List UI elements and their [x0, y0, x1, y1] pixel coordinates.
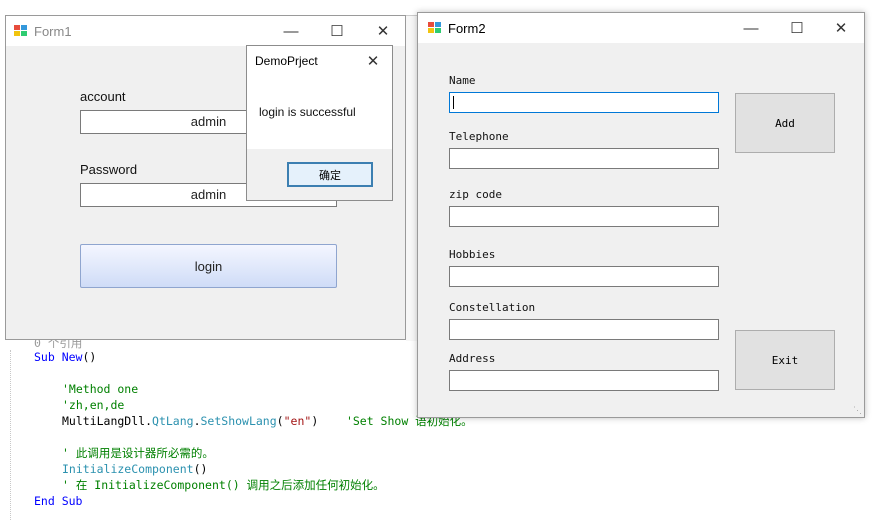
code-token: (): [193, 462, 208, 476]
code-line: 'Method one: [62, 382, 138, 396]
close-button[interactable]: ✕: [360, 16, 406, 46]
code-token: QtLang: [152, 414, 194, 428]
name-label: Name: [449, 74, 476, 87]
add-button-label: Add: [775, 116, 795, 130]
code-token: 'Method one: [62, 382, 139, 396]
address-label: Address: [449, 352, 496, 365]
telephone-label: Telephone: [449, 130, 509, 143]
form2-title: Form2: [448, 21, 486, 36]
exit-button-label: Exit: [771, 353, 799, 367]
code-line: Sub New(): [34, 350, 96, 364]
form2-titlebar[interactable]: Form2 — ☐ ✕: [418, 13, 864, 43]
code-token: "en": [283, 414, 312, 428]
code-token: New: [61, 350, 83, 364]
hobbies-label: Hobbies: [449, 248, 496, 261]
code-line: ' 在 InitializeComponent() 调用之后添加任何初始化。: [62, 478, 385, 492]
indent-guide: [10, 350, 11, 520]
form1-titlebar[interactable]: Form1 — ☐ ✕: [6, 16, 405, 46]
zip-code-label: zip code: [449, 188, 502, 201]
account-label: account: [80, 89, 126, 104]
hobbies-input[interactable]: [449, 266, 719, 287]
maximize-button[interactable]: ☐: [314, 16, 360, 46]
code-line: InitializeComponent(): [62, 462, 207, 476]
code-token: ' 此调用是设计器所必需的。: [62, 446, 214, 460]
resize-grip-icon[interactable]: ⋱: [853, 405, 862, 416]
code-token: SetShowLang: [200, 414, 277, 428]
minimize-button[interactable]: —: [268, 16, 314, 46]
code-token: End Sub: [34, 494, 83, 508]
dialog-title: DemoPrject: [255, 54, 318, 68]
code-line: 'zh,en,de: [62, 398, 124, 412]
close-button[interactable]: ✕: [818, 13, 864, 43]
telephone-input[interactable]: [449, 148, 719, 169]
maximize-button[interactable]: ☐: [774, 13, 820, 43]
code-token: .: [193, 414, 201, 428]
login-button[interactable]: login: [80, 244, 337, 288]
code-token: (: [276, 414, 284, 428]
ok-button[interactable]: 确定: [287, 162, 373, 187]
form1-title: Form1: [34, 24, 72, 39]
code-token: InitializeComponent: [62, 462, 194, 476]
ok-button-label: 确定: [319, 169, 341, 182]
code-token: ' 在 InitializeComponent() 调用之后添加任何初始化。: [62, 478, 385, 492]
code-line: ' 此调用是设计器所必需的。: [62, 446, 214, 460]
code-token: ): [311, 414, 346, 428]
code-token: (): [82, 350, 97, 364]
form-icon: [14, 25, 28, 37]
name-input[interactable]: [449, 92, 719, 113]
exit-button[interactable]: Exit: [735, 330, 835, 390]
code-token: MultiLangDll.: [62, 414, 153, 428]
constellation-input[interactable]: [449, 319, 719, 340]
add-button[interactable]: Add: [735, 93, 835, 153]
address-input[interactable]: [449, 370, 719, 391]
text-cursor: [453, 96, 454, 109]
form2-window: Form2 — ☐ ✕ Name Telephone zip code Hobb…: [417, 12, 865, 418]
constellation-label: Constellation: [449, 301, 536, 314]
code-line: MultiLangDll.QtLang.SetShowLang("en") 'S…: [62, 414, 473, 428]
login-button-label: login: [194, 258, 223, 274]
message-dialog: DemoPrject ✕ login is successful 确定: [246, 45, 393, 201]
dialog-close-button[interactable]: ✕: [355, 46, 391, 76]
password-label: Password: [80, 162, 138, 177]
minimize-button[interactable]: —: [728, 13, 774, 43]
zip-code-input[interactable]: [449, 206, 719, 227]
code-line: End Sub: [34, 494, 82, 508]
form-icon: [428, 22, 442, 34]
code-token: 'zh,en,de: [62, 398, 125, 412]
dialog-message: login is successful: [259, 105, 356, 119]
code-token: Sub: [34, 350, 62, 364]
